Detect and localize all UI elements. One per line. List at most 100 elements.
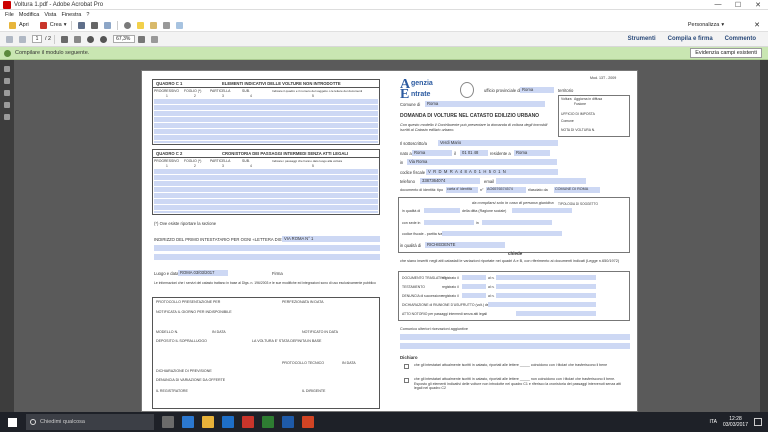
- pages-icon[interactable]: [4, 66, 10, 72]
- title-bar: Voltura 1.pdf - Adobe Acrobat Pro — ☐ ✕: [0, 0, 768, 10]
- comune-field[interactable]: Roma: [425, 101, 545, 107]
- atto-notorio-field[interactable]: [516, 311, 596, 316]
- pg-ditta-label: della ditta (Ragione sociale): [462, 209, 507, 213]
- word-icon[interactable]: [282, 416, 294, 428]
- indirizzo-field-3[interactable]: [154, 254, 380, 260]
- zoom-input[interactable]: 67,3%: [113, 35, 136, 43]
- maximize-button[interactable]: ☐: [728, 1, 748, 9]
- luogo-field[interactable]: ROMA 03/03/2017: [178, 270, 228, 276]
- tab-compila-firma[interactable]: Compila e firma: [668, 36, 713, 42]
- ufficio-field[interactable]: Roma: [520, 87, 554, 93]
- telefono-field[interactable]: 3387364074: [420, 178, 480, 184]
- indirizzo-field-2[interactable]: [154, 245, 380, 251]
- pg-cf-field[interactable]: [442, 231, 562, 236]
- menu-modifica[interactable]: Modifica: [19, 12, 39, 18]
- hand-icon[interactable]: [74, 35, 82, 43]
- notification-icon[interactable]: [754, 418, 762, 426]
- windows-taskbar: Chiedimi qualcosa ITA 12:28 03/03/2017: [0, 412, 768, 432]
- share-icon[interactable]: [176, 21, 184, 29]
- highlight-fields-button[interactable]: Evidenzia campi esistenti: [690, 48, 762, 58]
- fit-icon[interactable]: [138, 35, 146, 43]
- nato-field[interactable]: Roma: [412, 150, 452, 156]
- clock[interactable]: 12:28 03/03/2017: [723, 416, 748, 428]
- comunico-field[interactable]: [400, 334, 630, 340]
- tab-strumenti[interactable]: Strumenti: [628, 36, 656, 42]
- denuncia-n-field[interactable]: [496, 293, 596, 298]
- pg-in-field[interactable]: [482, 220, 552, 225]
- comment-icon[interactable]: [137, 21, 145, 29]
- task-view-icon[interactable]: [162, 416, 174, 428]
- comunico-field-2[interactable]: [400, 343, 630, 349]
- layout-icon[interactable]: [151, 35, 159, 43]
- rilasciato-field[interactable]: COMUNE DI ROMA: [554, 187, 600, 193]
- denuncia-date-field[interactable]: [462, 293, 486, 298]
- plus-icon[interactable]: [100, 35, 108, 43]
- close-toolbar-icon[interactable]: ✕: [754, 21, 760, 29]
- birth-date-field[interactable]: 01 01 48: [460, 150, 488, 156]
- indirizzo-field[interactable]: VIA ROMA N° 1: [282, 236, 380, 242]
- menu-help[interactable]: ?: [86, 12, 89, 18]
- layers-icon[interactable]: [4, 114, 10, 120]
- arrow-up-icon[interactable]: [6, 35, 13, 43]
- start-button[interactable]: [4, 414, 20, 430]
- menu-bar: File Modifica Vista Finestra ?: [0, 10, 768, 19]
- edge-icon[interactable]: [182, 416, 194, 428]
- traslativo-date-field[interactable]: [462, 275, 486, 280]
- gear-icon[interactable]: [124, 21, 132, 29]
- signature-icon[interactable]: [4, 102, 10, 108]
- dichiarazione-field[interactable]: [488, 302, 596, 307]
- windows-icon: [7, 417, 17, 427]
- pg-sede-field[interactable]: [424, 220, 474, 225]
- powerpoint-icon[interactable]: [302, 416, 314, 428]
- documento-tipo-field[interactable]: carta d' identità: [446, 187, 478, 193]
- email-label: email: [484, 179, 495, 184]
- q1-col-number: 2: [194, 94, 196, 98]
- arrow-down-icon[interactable]: [19, 35, 26, 43]
- bookmark-icon[interactable]: [4, 78, 10, 84]
- explorer-icon[interactable]: [202, 416, 214, 428]
- testamento-n-field[interactable]: [496, 284, 596, 289]
- personalize-menu[interactable]: Personalizza ▾ ✕: [688, 21, 760, 29]
- pg-ditta-field[interactable]: [512, 208, 572, 213]
- excel-icon[interactable]: [262, 416, 274, 428]
- minimize-button[interactable]: —: [708, 1, 728, 9]
- menu-finestra[interactable]: Finestra: [62, 12, 82, 18]
- select-icon[interactable]: [61, 35, 69, 43]
- open-button[interactable]: Apri: [4, 20, 31, 30]
- residente-field[interactable]: Roma: [514, 150, 550, 156]
- menu-vista[interactable]: Vista: [44, 12, 56, 18]
- attach-icon[interactable]: [4, 90, 10, 96]
- toolbar-divider: [54, 34, 56, 44]
- q2-fields[interactable]: [154, 169, 378, 213]
- search-box[interactable]: Chiedimi qualcosa: [26, 414, 154, 430]
- menu-file[interactable]: File: [5, 12, 14, 18]
- page-number-input[interactable]: 1: [32, 35, 42, 43]
- tab-commento[interactable]: Commento: [725, 36, 756, 42]
- dichiaro-checkbox-2[interactable]: [404, 378, 409, 383]
- minus-icon[interactable]: [87, 35, 95, 43]
- q1-col-note: Indicare il quadro e il numero del sogge…: [272, 89, 363, 93]
- dichiaro-checkbox-1[interactable]: [404, 364, 409, 369]
- traslativo-n-field[interactable]: [496, 275, 596, 280]
- pg-qualita-field[interactable]: [424, 208, 460, 213]
- print-icon[interactable]: [91, 21, 99, 29]
- save-icon[interactable]: [78, 21, 86, 29]
- acrobat-icon[interactable]: [242, 416, 254, 428]
- sottoscritto-field[interactable]: Verdi Mario: [438, 140, 558, 146]
- quadro-c2-subtitle: CRONISTORIA DEI PASSAGGI INTERMEDI SENZA…: [222, 151, 349, 156]
- cf-field[interactable]: V R D M R A 4 8 A 0 1 H 5 0 1 N: [426, 169, 558, 175]
- q1-fields[interactable]: [154, 99, 378, 143]
- close-button[interactable]: ✕: [748, 1, 768, 9]
- luogo-label: Luogo e data: [154, 271, 179, 276]
- testamento-date-field[interactable]: [462, 284, 486, 289]
- mail-icon[interactable]: [104, 21, 112, 29]
- via-field[interactable]: Via Roma: [407, 159, 557, 165]
- documento-n-field[interactable]: AO6576574574: [486, 187, 526, 193]
- attach-icon[interactable]: [163, 21, 171, 29]
- store-icon[interactable]: [222, 416, 234, 428]
- email-field[interactable]: [496, 178, 586, 184]
- qualita-field[interactable]: RICHIEDENTE: [425, 242, 505, 248]
- language-indicator[interactable]: ITA: [710, 419, 717, 425]
- create-button[interactable]: Crea ▾: [35, 20, 69, 30]
- highlight-icon[interactable]: [150, 21, 158, 29]
